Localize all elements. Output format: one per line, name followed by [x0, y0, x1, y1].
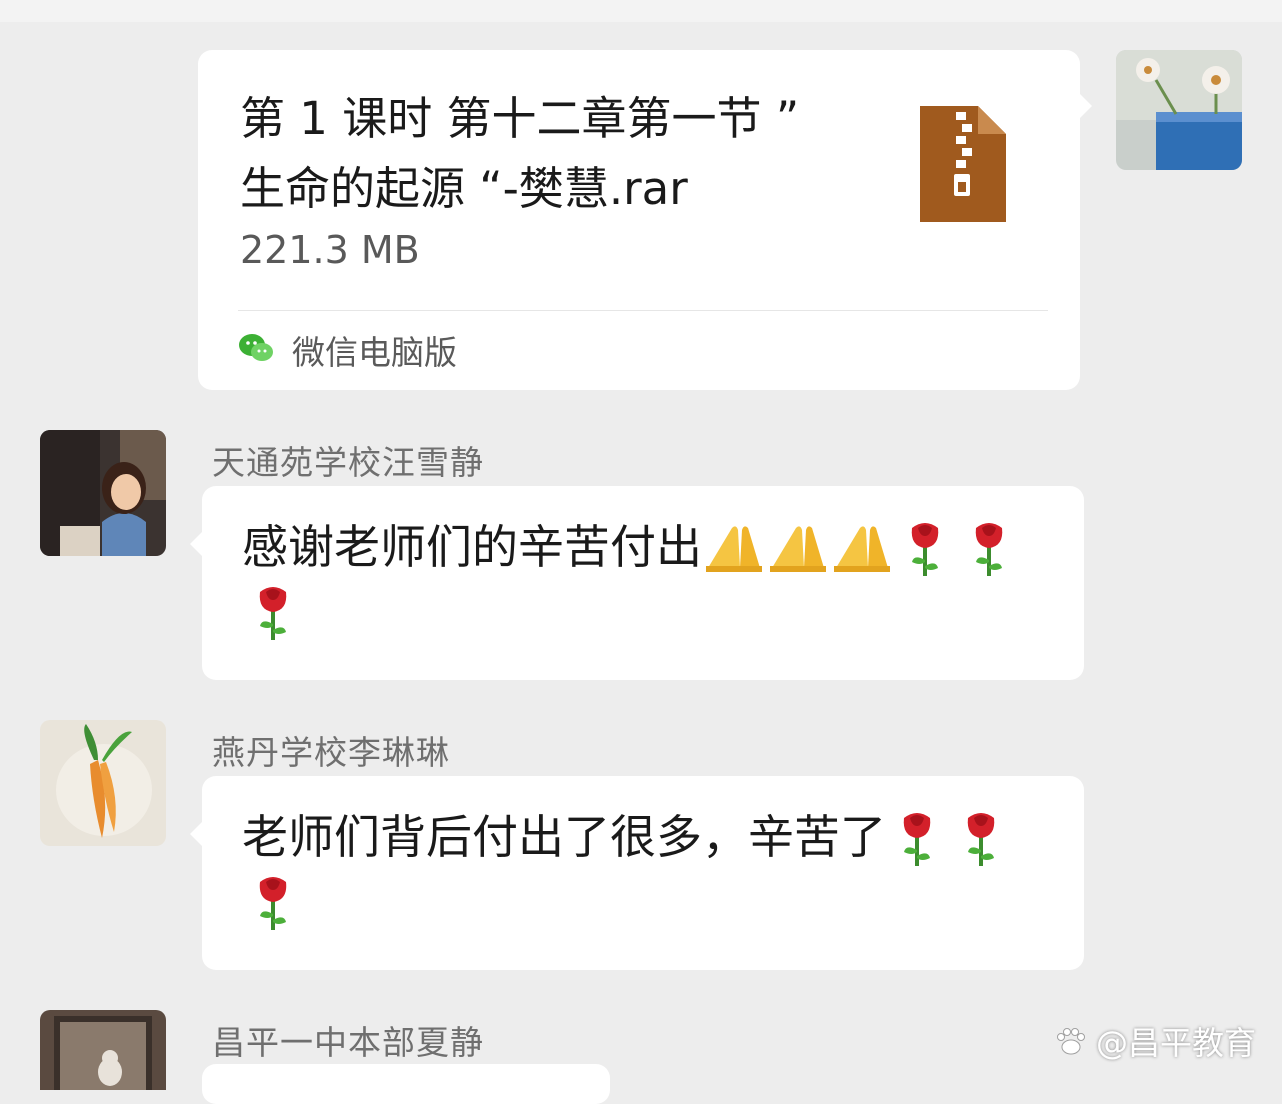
watermark: @昌平教育	[1054, 1018, 1256, 1064]
chat-message-bubble[interactable]: 感谢老师们的辛苦付出	[190, 486, 1084, 680]
message-content: 感谢老师们的辛苦付出	[242, 514, 1054, 642]
message-content: 老师们背后付出了很多，辛苦了	[242, 804, 1054, 932]
rose-emoji	[950, 806, 1012, 868]
bubble-tail	[1078, 92, 1092, 120]
sender-name: 燕丹学校李琳琳	[212, 733, 450, 772]
chat-message-bubble[interactable]: 老师们背后付出了很多，辛苦了	[190, 776, 1084, 970]
own-avatar[interactable]	[1116, 50, 1242, 170]
rose-emoji	[242, 870, 304, 932]
avatar[interactable]	[40, 430, 166, 556]
sender-name: 天通苑学校汪雪静	[212, 443, 484, 482]
pray-emoji	[766, 516, 828, 578]
source-row: 微信电脑版	[238, 325, 457, 375]
avatar[interactable]	[40, 720, 166, 846]
file-message-card[interactable]: 第 1 课时 第十二章第一节 ” 生命的起源 “-樊慧.rar 221.3 MB	[198, 50, 1092, 390]
paw-icon	[1056, 1028, 1085, 1055]
wechat-icon	[238, 333, 274, 367]
top-band	[0, 0, 1282, 22]
message-text: 老师们背后付出了很多，辛苦了	[242, 810, 886, 864]
source-label: 微信电脑版	[292, 333, 457, 372]
rose-emoji	[894, 516, 956, 578]
bubble-tail	[190, 820, 204, 848]
rose-emoji	[886, 806, 948, 868]
pray-emoji	[830, 516, 892, 578]
bubble-tail	[190, 530, 204, 558]
archive-file-icon	[916, 102, 1010, 230]
sender-name: 昌平一中本部夏静	[212, 1023, 484, 1062]
file-name: 第 1 课时 第十二章第一节 ” 生命的起源 “-樊慧.rar	[240, 92, 800, 215]
rose-emoji	[242, 580, 304, 642]
file-size: 221.3 MB	[240, 228, 420, 272]
watermark-text: @昌平教育	[1095, 1024, 1256, 1062]
message-text: 感谢老师们的辛苦付出	[242, 520, 702, 574]
rose-emoji	[958, 516, 1020, 578]
divider	[238, 310, 1048, 311]
pray-emoji	[702, 516, 764, 578]
chat-message-bubble[interactable]	[202, 1064, 610, 1104]
avatar[interactable]	[40, 1010, 166, 1090]
